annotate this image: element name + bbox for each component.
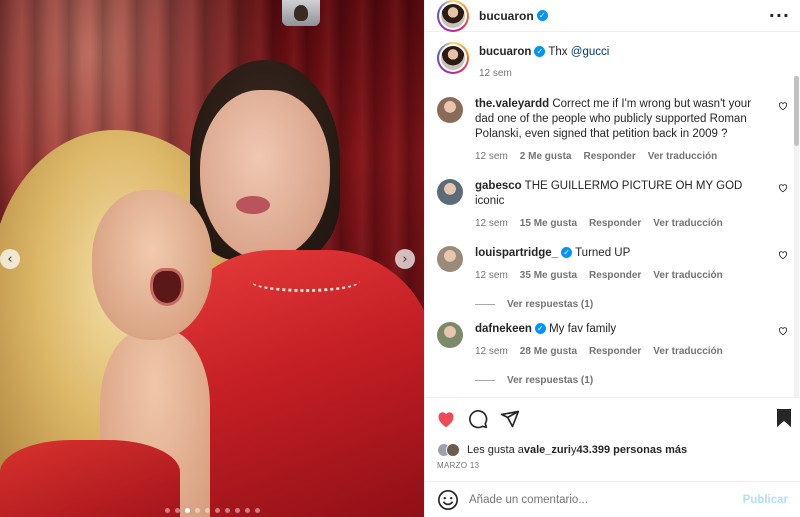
chevron-right-icon: › (402, 251, 408, 267)
view-replies-button[interactable]: Ver respuestas (1) (475, 299, 766, 310)
more-options-icon[interactable]: ··· (769, 6, 790, 25)
comment-icon (469, 409, 488, 428)
carousel-dots (0, 508, 424, 513)
blonde-face (92, 190, 212, 340)
caption: bucuaron ✓ Thx @gucci 12 sem (437, 42, 788, 79)
emoji-icon[interactable] (437, 489, 459, 511)
view-replies-label: Ver respuestas (1) (507, 299, 594, 310)
translate-button[interactable]: Ver traducción (653, 218, 722, 229)
add-comment-bar: Publicar (425, 481, 800, 517)
reply-button[interactable]: Responder (583, 151, 635, 162)
likes-summary: Les gusta a vale_zuri y 43.399 personas … (425, 439, 800, 461)
translate-button[interactable]: Ver traducción (653, 270, 722, 281)
comment-text: My fav family (549, 323, 617, 335)
carousel-dot (234, 508, 240, 513)
commenter-avatar[interactable] (437, 246, 463, 272)
instagram-post-modal: ‹ › bucuaron ✓ ··· bucuaron ✓ Thx @gucci… (0, 0, 800, 517)
comment-item: the.valeyardd Correct me if I'm wrong bu… (437, 97, 788, 162)
verified-badge-icon: ✓ (536, 10, 548, 21)
comment-likes[interactable]: 28 Me gusta (520, 346, 577, 357)
comments-scrollbar[interactable] (794, 76, 799, 397)
comment-time: 12 sem (475, 151, 508, 162)
dark-haired-face (200, 90, 330, 260)
liker-avatars (437, 443, 460, 457)
save-button[interactable] (776, 408, 792, 431)
open-mouth (150, 268, 184, 306)
comment-heart-icon[interactable] (778, 326, 788, 336)
comment-item: gabesco THE GUILLERMO PICTURE OH MY GOD … (437, 179, 788, 229)
comment-username[interactable]: louispartridge_ (475, 247, 558, 259)
lips (236, 196, 270, 214)
carousel-dot (174, 508, 180, 513)
share-button[interactable] (499, 408, 521, 430)
like-button[interactable] (435, 408, 457, 430)
carousel-dot (244, 508, 250, 513)
post-header: bucuaron ✓ ··· (425, 0, 800, 32)
comment-time: 12 sem (475, 346, 508, 357)
caption-time: 12 sem (479, 68, 512, 79)
caption-mention-link[interactable]: @gucci (571, 46, 610, 58)
caption-username[interactable]: bucuaron (479, 46, 531, 58)
red-dress-left (0, 440, 180, 517)
verified-badge-icon: ✓ (534, 46, 546, 58)
post-side-panel: bucuaron ✓ ··· bucuaron ✓ Thx @gucci 12 s… (424, 0, 800, 517)
pearl-necklace (250, 270, 360, 292)
reply-button[interactable]: Responder (589, 218, 641, 229)
caption-text: Thx (548, 46, 568, 58)
carousel-dot (224, 508, 230, 513)
verified-badge-icon: ✓ (534, 323, 546, 335)
reply-button[interactable]: Responder (589, 270, 641, 281)
comment-heart-icon[interactable] (778, 101, 788, 111)
post-date: MARZO 13 (437, 461, 480, 470)
comment-text: Turned UP (575, 247, 631, 259)
comment-time: 12 sem (475, 218, 508, 229)
carousel-prev-button[interactable]: ‹ (0, 249, 20, 269)
likes-count-link[interactable]: 43.399 personas más (576, 444, 687, 456)
comment-username[interactable]: dafnekeen (475, 323, 532, 335)
commenter-avatar[interactable] (437, 179, 463, 205)
chevron-left-icon: ‹ (7, 251, 13, 267)
send-icon (500, 410, 520, 427)
comment-button[interactable] (467, 408, 489, 430)
carousel-dot (184, 508, 190, 513)
view-replies-button[interactable]: Ver respuestas (1) (475, 375, 766, 386)
comment-time: 12 sem (475, 270, 508, 281)
comment-likes[interactable]: 35 Me gusta (520, 270, 577, 281)
liker-username[interactable]: vale_zuri (524, 444, 571, 456)
reply-button[interactable]: Responder (589, 346, 641, 357)
caption-avatar[interactable] (437, 42, 469, 74)
translate-button[interactable]: Ver traducción (653, 346, 722, 357)
carousel-next-button[interactable]: › (395, 249, 415, 269)
likes-prefix: Les gusta a (467, 444, 524, 456)
comments-list: bucuaron ✓ Thx @gucci 12 sem the.valeyard… (425, 32, 800, 397)
carousel-dot (164, 508, 170, 513)
verified-badge-icon: ✓ (561, 247, 573, 259)
view-replies-label: Ver respuestas (1) (507, 375, 594, 386)
comment-username[interactable]: gabesco (475, 180, 522, 192)
commenter-avatar[interactable] (437, 97, 463, 123)
carousel-dot (204, 508, 210, 513)
comment-item: louispartridge_ ✓ Turned UP 12 sem 35 Me … (437, 246, 788, 310)
heart-filled-icon (438, 411, 454, 427)
carousel-dot (254, 508, 260, 513)
post-photo[interactable]: ‹ › (0, 0, 424, 517)
comment-username[interactable]: the.valeyardd (475, 98, 549, 110)
author-username[interactable]: bucuaron (479, 9, 534, 23)
avatar[interactable] (437, 0, 469, 32)
comment-likes[interactable]: 2 Me gusta (520, 151, 572, 162)
carousel-dot (194, 508, 200, 513)
photo-top-thumbnail (282, 0, 320, 26)
bookmark-filled-icon (777, 409, 791, 427)
action-bar (425, 397, 800, 439)
publish-button[interactable]: Publicar (743, 494, 788, 506)
comment-heart-icon[interactable] (778, 250, 788, 260)
comment-likes[interactable]: 15 Me gusta (520, 218, 577, 229)
commenter-avatar[interactable] (437, 322, 463, 348)
comment-item: dafnekeen ✓ My fav family 12 sem 28 Me gu… (437, 322, 788, 386)
comment-input[interactable] (469, 493, 743, 506)
carousel-dot (214, 508, 220, 513)
translate-button[interactable]: Ver traducción (648, 151, 717, 162)
comment-heart-icon[interactable] (778, 183, 788, 193)
